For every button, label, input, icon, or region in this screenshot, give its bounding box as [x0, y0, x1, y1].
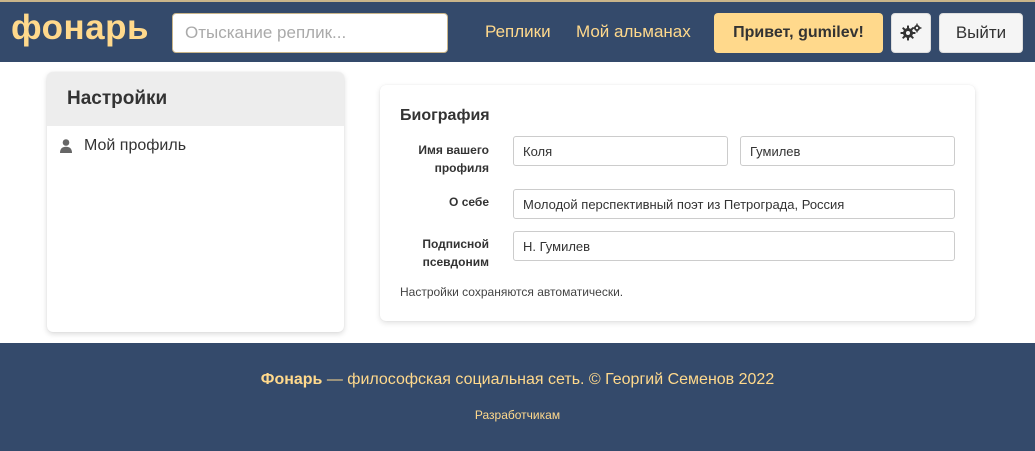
- about-label: О себе: [449, 195, 489, 209]
- footer-brand: Фонарь: [260, 371, 323, 388]
- greeting-button[interactable]: Привет, gumilev!: [714, 13, 883, 53]
- sidebar-item-label: Мой профиль: [84, 137, 187, 154]
- footer: Фонарь — философская социальная сеть. © …: [0, 343, 1035, 451]
- last-name-input[interactable]: [740, 136, 955, 166]
- nav-link-replies[interactable]: Реплики: [485, 22, 551, 42]
- settings-button[interactable]: [891, 13, 931, 53]
- developers-link[interactable]: Разработчикам: [0, 408, 1035, 422]
- sidebar-item-my-profile[interactable]: Мой профиль: [47, 126, 344, 166]
- signature-input[interactable]: [513, 231, 955, 261]
- footer-copyright: Фонарь — философская социальная сеть. © …: [0, 371, 1035, 389]
- sidebar-title: Настройки: [47, 72, 344, 126]
- first-name-input[interactable]: [513, 136, 728, 166]
- footer-tagline: — философская социальная сеть. © Георгий…: [322, 371, 775, 388]
- gears-icon: [900, 23, 922, 44]
- logo[interactable]: фонарь: [11, 8, 149, 48]
- signature-label: Подписной псевдоним: [422, 237, 489, 269]
- top-navbar: фонарь Реплики Мой альманах Привет, gumi…: [0, 0, 1035, 62]
- biography-title: Биография: [400, 107, 490, 124]
- nav-link-almanac[interactable]: Мой альманах: [576, 22, 691, 42]
- search-input[interactable]: [172, 13, 448, 53]
- user-icon: [60, 138, 72, 154]
- biography-card: Биография Имя вашего профиля О себе Подп…: [380, 85, 975, 321]
- autosave-note: Настройки сохраняются автоматически.: [400, 285, 624, 299]
- logout-button[interactable]: Выйти: [939, 13, 1023, 53]
- about-input[interactable]: [513, 189, 955, 219]
- profile-name-label: Имя вашего профиля: [418, 143, 489, 175]
- settings-sidebar: Настройки Мой профиль: [47, 72, 344, 332]
